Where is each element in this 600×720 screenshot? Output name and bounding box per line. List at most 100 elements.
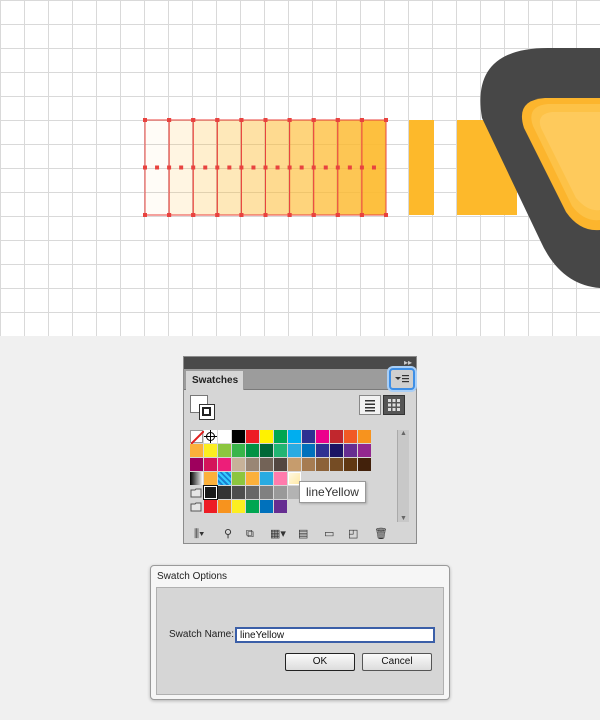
anchor-point[interactable] [335, 165, 340, 170]
swatch[interactable] [190, 444, 203, 457]
swatch[interactable] [246, 444, 259, 457]
anchor-point[interactable] [215, 213, 220, 217]
anchor-point[interactable] [335, 213, 340, 217]
swatch[interactable] [302, 458, 315, 471]
anchor-point[interactable] [179, 165, 184, 170]
swatch[interactable] [274, 444, 287, 457]
anchor-point[interactable] [299, 165, 304, 170]
swatch-options-icon[interactable]: ⧉ [246, 527, 254, 541]
color-group-folder-icon[interactable] [190, 500, 203, 513]
tab-swatches[interactable]: Swatches [186, 371, 244, 390]
swatch[interactable] [358, 458, 371, 471]
swatch-name-input[interactable] [235, 627, 435, 643]
anchor-point[interactable] [203, 165, 208, 170]
panel-title-bar[interactable]: ▸▸ [184, 357, 416, 369]
swatch[interactable] [246, 472, 259, 485]
anchor-point[interactable] [167, 213, 172, 217]
swatch[interactable] [358, 444, 371, 457]
list-view-button[interactable] [359, 395, 381, 415]
registration-swatch[interactable] [204, 430, 217, 443]
swatch[interactable] [260, 500, 273, 513]
swatch[interactable] [260, 430, 273, 443]
thumbnail-view-button[interactable] [383, 395, 405, 415]
stroke-swatch[interactable] [199, 404, 215, 420]
anchor-point[interactable] [227, 165, 232, 170]
anchor-point[interactable] [384, 118, 388, 122]
anchor-point[interactable] [275, 165, 280, 170]
artboard-canvas[interactable] [0, 0, 600, 336]
scroll-down-icon[interactable]: ▼ [400, 515, 407, 522]
new-swatch-icon[interactable]: ◰ [348, 527, 358, 541]
anchor-point[interactable] [239, 213, 244, 217]
anchor-point[interactable] [191, 118, 196, 122]
anchor-point[interactable] [167, 118, 172, 122]
swatch[interactable] [274, 458, 287, 471]
none-swatch[interactable] [190, 430, 205, 445]
cancel-button[interactable]: Cancel [362, 653, 432, 671]
swatch[interactable] [358, 430, 371, 443]
anchor-point[interactable] [251, 165, 256, 170]
swatch[interactable] [330, 444, 343, 457]
swatch[interactable] [302, 444, 315, 457]
gradient-swatch[interactable] [190, 472, 203, 485]
anchor-point[interactable] [347, 165, 352, 170]
swatch[interactable] [232, 430, 245, 443]
swatch[interactable] [232, 500, 245, 513]
anchor-point[interactable] [311, 213, 316, 217]
anchor-point[interactable] [239, 118, 244, 122]
swatch[interactable] [246, 458, 259, 471]
new-color-group-icon[interactable]: ▦▾ [270, 527, 286, 541]
anchor-point[interactable] [263, 213, 268, 217]
pattern-swatch[interactable] [218, 472, 231, 485]
anchor-point[interactable] [263, 118, 268, 122]
swatch[interactable] [204, 458, 217, 471]
swatch[interactable] [218, 500, 231, 513]
swatch[interactable] [288, 430, 301, 443]
swatch[interactable] [218, 486, 231, 499]
swatch[interactable] [316, 444, 329, 457]
swatch[interactable] [204, 500, 217, 513]
swatch[interactable] [344, 444, 357, 457]
anchor-point[interactable] [359, 213, 364, 217]
swatch[interactable] [260, 486, 273, 499]
swatch-libraries-icon[interactable]: ⫼▾ [194, 527, 204, 541]
swatch[interactable] [203, 485, 218, 500]
swatch[interactable] [246, 430, 259, 443]
swatch[interactable] [288, 444, 301, 457]
ok-button[interactable]: OK [285, 653, 355, 671]
anchor-point[interactable] [371, 165, 376, 170]
swatch[interactable] [260, 444, 273, 457]
anchor-point[interactable] [384, 213, 388, 217]
anchor-point[interactable] [263, 165, 268, 170]
swatch[interactable] [246, 486, 259, 499]
swatch[interactable] [232, 444, 245, 457]
anchor-point[interactable] [311, 165, 316, 170]
swatch[interactable] [330, 458, 343, 471]
swatch[interactable] [218, 458, 231, 471]
scroll-up-icon[interactable]: ▲ [400, 430, 407, 437]
anchor-point[interactable] [143, 213, 147, 217]
anchor-point[interactable] [311, 118, 316, 122]
delete-swatch-icon[interactable]: 🗑 [374, 527, 388, 541]
anchor-point[interactable] [239, 165, 244, 170]
anchor-point[interactable] [323, 165, 328, 170]
swatch[interactable] [246, 500, 259, 513]
swatch[interactable] [190, 458, 203, 471]
show-kinds-icon[interactable]: ⚲ [224, 527, 232, 541]
anchor-point[interactable] [335, 118, 340, 122]
color-group-icon[interactable]: ▤ [298, 527, 308, 541]
swatch[interactable] [302, 430, 315, 443]
swatch[interactable] [288, 458, 301, 471]
new-color-group-folder-icon[interactable]: ▭ [324, 527, 334, 541]
anchor-point[interactable] [287, 118, 292, 122]
swatch[interactable] [260, 458, 273, 471]
anchor-point[interactable] [215, 118, 220, 122]
swatch[interactable] [316, 430, 329, 443]
anchor-point[interactable] [143, 118, 147, 122]
color-group-folder-icon[interactable] [190, 486, 203, 499]
swatch[interactable] [232, 458, 245, 471]
swatch[interactable] [204, 444, 217, 457]
anchor-point[interactable] [167, 165, 172, 170]
panel-menu-button[interactable] [389, 368, 415, 390]
collapse-icon[interactable]: ▸▸ [404, 358, 412, 367]
